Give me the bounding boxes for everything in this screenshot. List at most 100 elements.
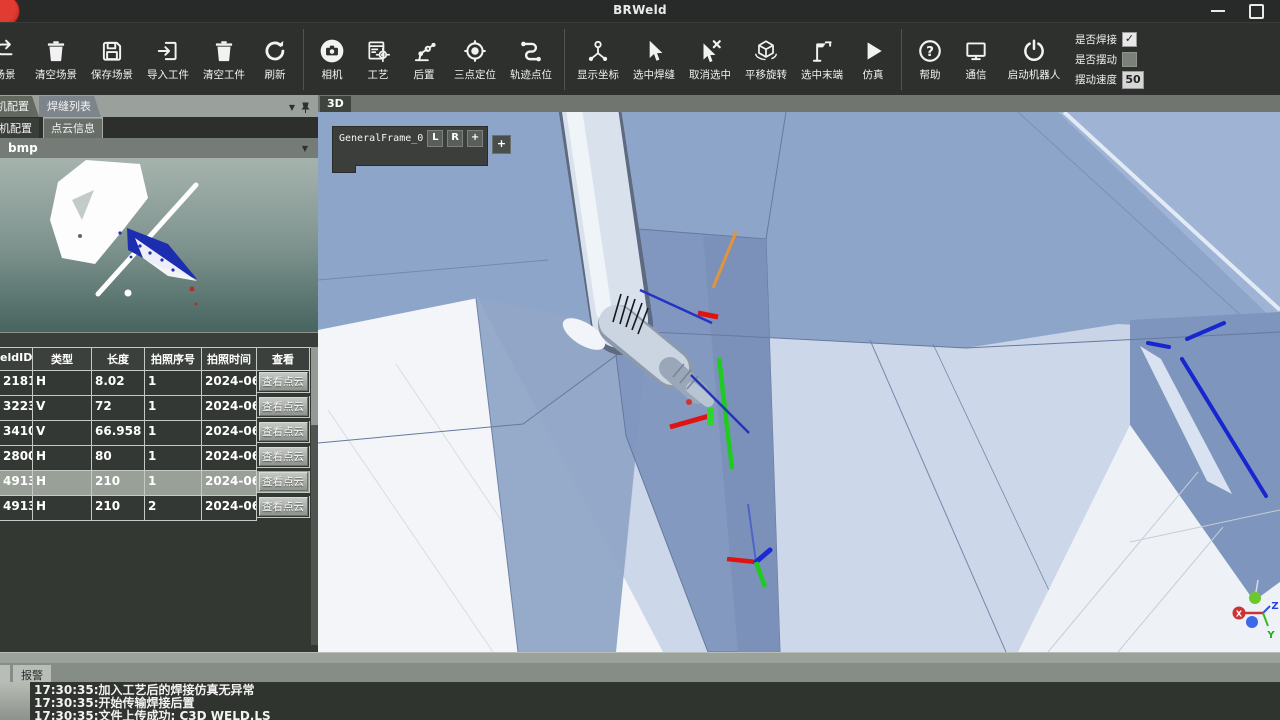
svg-text:Y: Y — [1266, 630, 1275, 641]
cube-rotate-icon — [753, 38, 779, 64]
subtab-camera-config[interactable]: 机配置 — [0, 118, 39, 138]
toolbar-button-help[interactable]: ? 帮助 — [907, 23, 953, 96]
view-pointcloud-button[interactable]: 查看点云 — [259, 472, 308, 491]
frame-plus-button[interactable]: + — [467, 130, 483, 147]
toolbar-button-comm[interactable]: 通信 — [953, 23, 999, 96]
chevron-down-icon[interactable]: ▼ — [302, 144, 308, 153]
toolbar-button-clear-scene[interactable]: 清空场景 — [28, 23, 84, 96]
brweld-window: BRWeld 场景 清空场景 保存场景 — [0, 0, 1280, 720]
log-resize-grip[interactable] — [0, 682, 30, 720]
pointcloud-preview — [0, 158, 318, 333]
add-frame-button[interactable]: + — [492, 135, 511, 154]
svg-text:?: ? — [926, 43, 934, 59]
toolbar-button-select-weld[interactable]: 选中焊缝 — [626, 23, 682, 96]
weld-checkbox[interactable]: ✓ — [1122, 32, 1137, 47]
toolbar-button-deselect[interactable]: 取消选中 — [682, 23, 738, 96]
weave-checkbox[interactable] — [1122, 52, 1137, 67]
coordinate-icon — [585, 38, 611, 64]
toolbar-divider — [901, 29, 902, 90]
monitor-icon — [963, 38, 989, 64]
left-panel-subbar: 机配置 点云信息 — [0, 117, 318, 138]
toolbar-button-select-end[interactable]: 选中末端 — [794, 23, 850, 96]
preview-format-label: bmp — [8, 141, 38, 155]
save-icon — [99, 38, 125, 64]
view-pointcloud-button[interactable]: 查看点云 — [259, 397, 308, 416]
end-effector-icon — [809, 38, 835, 64]
refresh-icon — [262, 38, 288, 64]
toolbar-button-process[interactable]: 工艺 — [355, 23, 401, 96]
left-panel: 机配置 焊缝列表 ▼ 机配置 点云信息 bmp ▼ — [0, 95, 318, 652]
toolbar-divider — [303, 29, 304, 90]
target-icon — [462, 38, 488, 64]
tab-weld-list[interactable]: 焊缝列表 — [39, 96, 101, 117]
trajectory-icon — [518, 38, 544, 64]
svg-text:Z: Z — [1271, 601, 1278, 612]
table-scrollbar[interactable] — [311, 347, 318, 645]
frame-name-label: GeneralFrame_0 — [339, 133, 423, 144]
minimize-button[interactable] — [1211, 10, 1225, 12]
camera-icon — [319, 38, 345, 64]
toolbar-button-show-coords[interactable]: 显示坐标 — [570, 23, 626, 96]
subtab-pointcloud-info[interactable]: 点云信息 — [43, 117, 103, 139]
chevron-down-icon[interactable]: ▼ — [289, 103, 295, 112]
log-tab-partial[interactable] — [0, 665, 10, 682]
toolbar-button-start-robot[interactable]: 启动机器人 — [999, 23, 1069, 96]
cursor-x-icon — [697, 38, 723, 64]
frame-left-button[interactable]: L — [427, 130, 443, 147]
toolbar-divider — [564, 29, 565, 90]
log-line: 17:30:35:文件上传成功: C3D WELD.LS — [34, 710, 271, 720]
tab-3d[interactable]: 3D — [320, 96, 351, 112]
power-icon — [1021, 38, 1047, 64]
toolbar-button-pan-rotate[interactable]: 平移旋转 — [738, 23, 794, 96]
maximize-button[interactable] — [1249, 4, 1264, 19]
viewport-tabstrip: 3D — [318, 95, 1280, 112]
trash-icon — [43, 38, 69, 64]
frame-panel: GeneralFrame_0 L R + — [332, 126, 488, 166]
view-pointcloud-button[interactable]: 查看点云 — [259, 447, 308, 466]
view-pointcloud-button[interactable]: 查看点云 — [259, 372, 308, 391]
scene-icon — [0, 38, 18, 64]
weave-speed-label: 摆动速度 — [1075, 72, 1117, 87]
help-icon: ? — [917, 38, 943, 64]
toolbar-button-clear-workpiece[interactable]: 清空工件 — [196, 23, 252, 96]
weld-options: 是否焊接 ✓ 是否摆动 摆动速度 — [1069, 23, 1150, 96]
3d-viewport[interactable]: 3D — [318, 95, 1280, 652]
toolbar-button-three-point[interactable]: 三点定位 — [447, 23, 503, 96]
table-row[interactable]: 3410 V 66.958 1 2024-06 查看点云 — [0, 421, 311, 446]
view-pointcloud-button[interactable]: 查看点云 — [259, 497, 308, 516]
log-tabbar: 报警 — [0, 663, 1280, 682]
cursor-icon — [641, 38, 667, 64]
weld-checkbox-label: 是否焊接 — [1075, 32, 1117, 47]
process-gear-icon — [365, 38, 391, 64]
toolbar-button-camera[interactable]: 相机 — [309, 23, 355, 96]
toolbar-button-simulate[interactable]: 仿真 — [850, 23, 896, 96]
frame-panel-notch — [332, 165, 356, 173]
table-row[interactable]: 3223 V 72 1 2024-06 查看点云 — [0, 396, 311, 421]
table-row[interactable]: 4913 H 210 2 2024-06 查看点云 — [0, 496, 311, 521]
table-row[interactable]: 2800 H 80 1 2024-06 查看点云 — [0, 446, 311, 471]
trash-icon — [211, 38, 237, 64]
toolbar-button-import-workpiece[interactable]: 导入工件 — [140, 23, 196, 96]
preview-format-bar[interactable]: bmp ▼ — [0, 138, 318, 158]
table-row-selected[interactable]: 4913 H 210 1 2024-06 查看点云 — [0, 471, 311, 496]
scrollbar-thumb[interactable] — [311, 347, 318, 425]
left-panel-tabbar: 机配置 焊缝列表 ▼ — [0, 95, 318, 117]
view-pointcloud-button[interactable]: 查看点云 — [259, 422, 308, 441]
3d-scene: X Z Y — [318, 112, 1280, 652]
toolbar-button-post[interactable]: 后置 — [401, 23, 447, 96]
weave-speed-input[interactable] — [1122, 71, 1144, 89]
tab-camera-config[interactable]: 机配置 — [0, 96, 39, 117]
frame-right-button[interactable]: R — [447, 130, 463, 147]
toolbar-button-trajectory[interactable]: 轨迹点位 — [503, 23, 559, 96]
toolbar-button-save-scene[interactable]: 保存场景 — [84, 23, 140, 96]
pin-icon[interactable] — [301, 102, 310, 113]
svg-text:X: X — [1236, 610, 1243, 619]
weld-table-header: eldID 类型 长度 拍照序号 拍照时间 查看 — [0, 348, 311, 371]
panel-divider — [0, 333, 318, 347]
main-toolbar: 场景 清空场景 保存场景 导入工件 — [0, 22, 1280, 96]
window-title: BRWeld — [0, 3, 1280, 17]
table-row[interactable]: 2181 H 8.02 1 2024-06 查看点云 — [0, 371, 311, 396]
toolbar-button-refresh[interactable]: 刷新 — [252, 23, 298, 96]
pointcloud-image — [0, 158, 318, 332]
toolbar-button-scene[interactable]: 场景 — [0, 23, 28, 96]
